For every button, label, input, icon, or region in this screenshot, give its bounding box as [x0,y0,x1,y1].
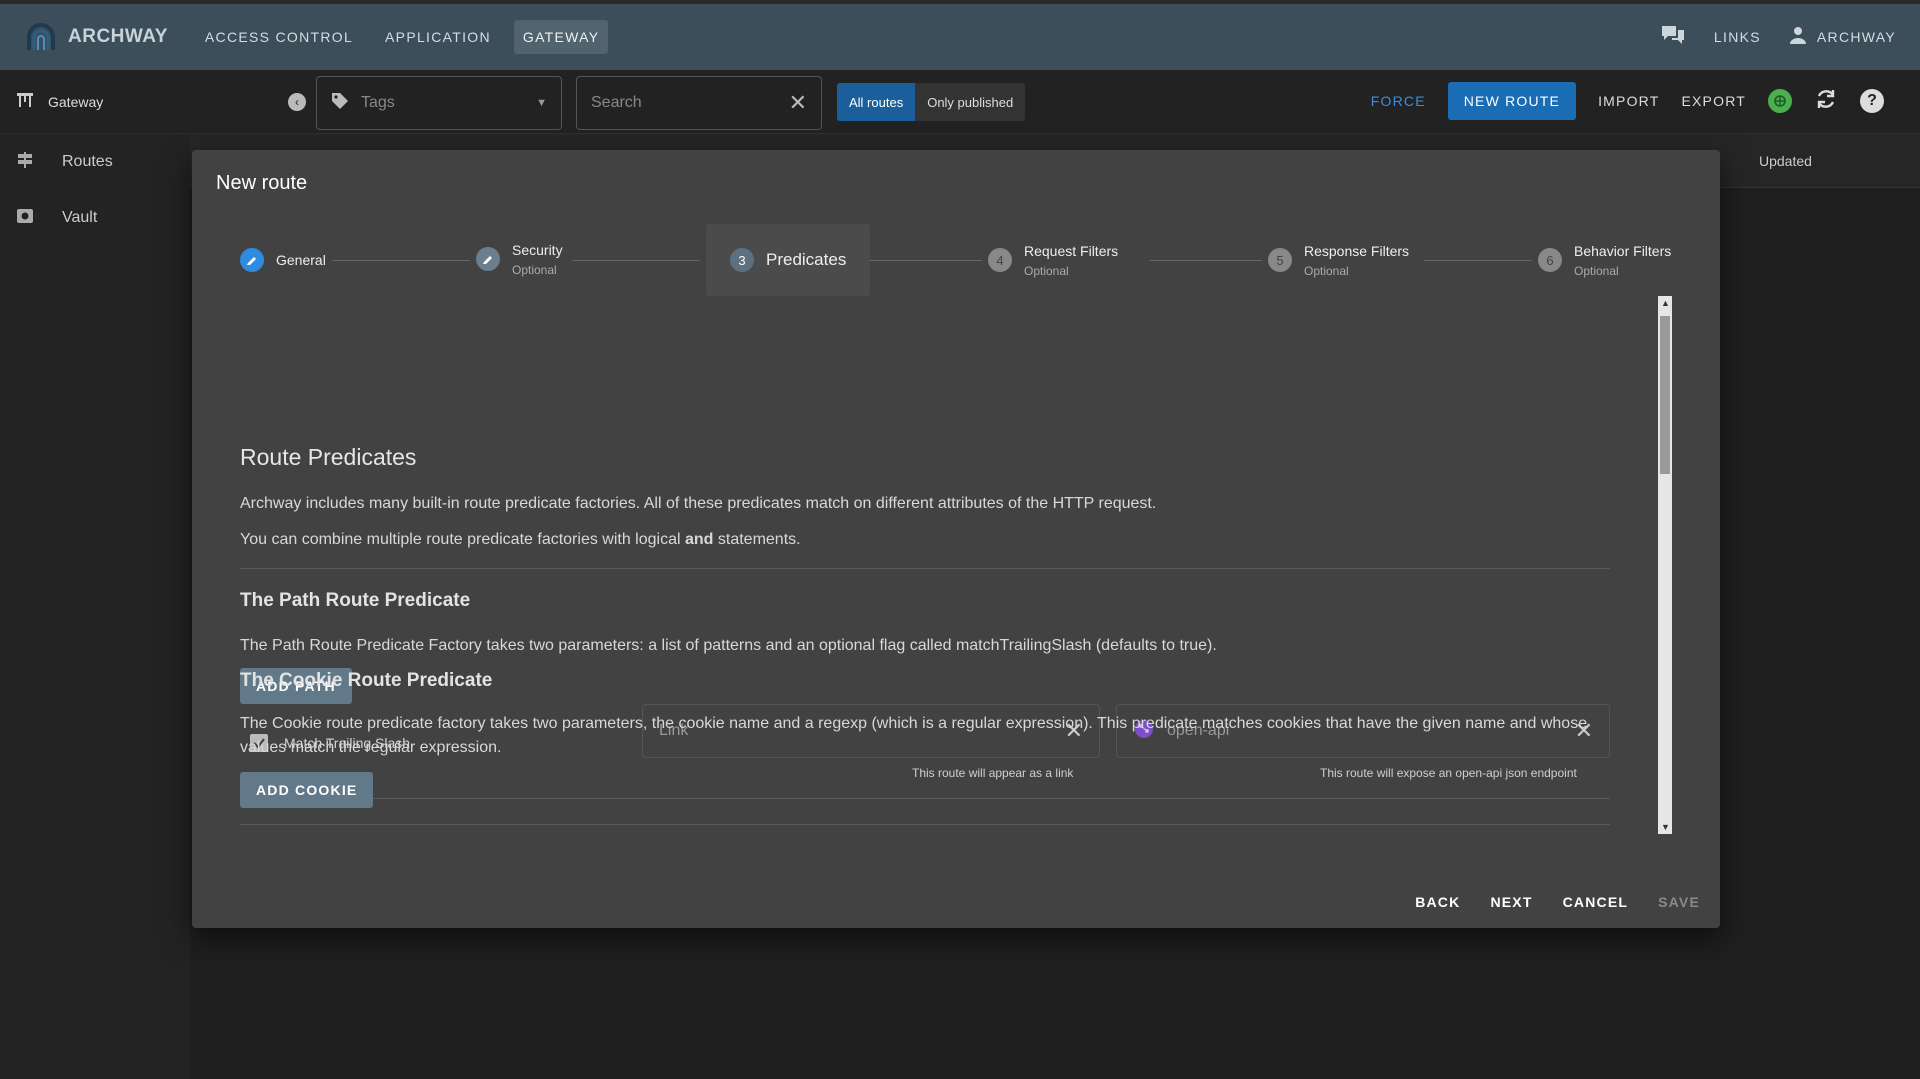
route-filter-toggle: All routes Only published [837,83,1026,121]
step-predicates[interactable]: 3 Predicates [706,224,871,296]
toolbar: Gateway ‹ Tags ▼ Search ✕ All routes Onl… [0,70,1920,134]
divider [240,798,1610,799]
sidebar-item-label: Vault [62,209,98,226]
caret-down-icon: ▼ [536,97,547,109]
divider [240,568,1610,569]
step-response-filters[interactable]: 5 Response Filters Optional [1268,224,1409,296]
step-connector [1150,260,1262,261]
toolbar-title-text: Gateway [48,93,104,110]
gateway-status-icon[interactable] [1768,89,1792,113]
nav-application[interactable]: APPLICATION [376,20,500,54]
step-label: Predicates [766,249,847,269]
step-request-filters[interactable]: 4 Request Filters Optional [988,224,1118,296]
search-placeholder: Search [591,94,642,111]
tags-select[interactable]: Tags ▼ [316,76,562,130]
cookie-section-title: The Cookie Route Predicate [240,670,493,691]
new-route-button[interactable]: NEW ROUTE [1447,82,1577,120]
chevron-left-icon[interactable]: ‹ [288,93,306,111]
sidebar: Routes Vault [0,134,190,1079]
toggle-all-routes[interactable]: All routes [837,83,916,121]
step-label: Behavior Filters [1574,242,1672,259]
save-button[interactable]: SAVE [1658,894,1700,910]
search-input[interactable]: Search ✕ [576,76,822,130]
toolbar-title: Gateway [0,92,285,111]
step-general[interactable]: General [240,224,326,296]
user-name: ARCHWAY [1816,29,1896,45]
step-sub: Optional [512,263,557,278]
step-number: 5 [1268,248,1292,272]
path-section-title: The Path Route Predicate [240,590,471,611]
step-number: 6 [1538,248,1562,272]
link-helper-text: This route will appear as a link [912,766,1074,780]
step-sub: Optional [1574,264,1619,279]
new-route-dialog: New route General Security Optional 3 Pr… [192,150,1720,928]
app-bar: ARCHWAY ACCESS CONTROL APPLICATION GATEW… [0,0,1920,70]
divider [240,824,1610,825]
step-security[interactable]: Security Optional [476,223,563,295]
step-behavior-filters[interactable]: 6 Behavior Filters Optional [1538,224,1671,296]
dialog-actions: BACK NEXT CANCEL SAVE [1415,894,1700,910]
force-button[interactable]: FORCE [1371,93,1426,109]
gateway-icon [16,92,34,111]
archway-logo-icon [27,23,55,50]
vault-icon [16,207,34,230]
openapi-helper-text: This route will expose an open-api json … [1320,766,1577,780]
stepper: General Security Optional 3 Predicates 4… [240,224,1672,296]
user-menu[interactable]: ARCHWAY [1789,26,1896,49]
step-connector [870,260,982,261]
tags-placeholder: Tags [361,94,395,111]
edit-icon [476,247,500,271]
chat-icon[interactable] [1660,24,1686,51]
step-number: 4 [988,248,1012,272]
nav-gateway[interactable]: GATEWAY [513,20,609,54]
next-button[interactable]: NEXT [1490,894,1532,910]
route-predicates-heading: Route Predicates [240,444,417,470]
tag-icon [331,92,349,115]
step-sub: Optional [1024,264,1069,279]
check-icon [240,248,264,272]
sidebar-item-vault[interactable]: Vault [0,190,190,246]
intro-text-2: You can combine multiple route predicate… [240,531,801,548]
path-section-desc: The Path Route Predicate Factory takes t… [240,637,1217,654]
step-label: General [276,251,326,268]
nav-access-control[interactable]: ACCESS CONTROL [196,20,362,54]
dialog-title: New route [216,172,308,194]
clear-search-icon[interactable]: ✕ [789,90,807,116]
step-label: Request Filters [1024,242,1119,259]
back-button[interactable]: BACK [1415,894,1460,910]
add-cookie-button[interactable]: ADD COOKIE [240,772,374,808]
step-connector [572,260,700,261]
export-button[interactable]: EXPORT [1681,93,1746,109]
column-header-updated[interactable]: Updated [1759,153,1812,169]
user-icon [1789,26,1807,49]
logo-text: ARCHWAY [68,26,168,47]
scroll-up-icon[interactable]: ▲ [1661,299,1670,308]
scroll-thumb[interactable] [1660,316,1670,474]
step-connector [332,260,470,261]
scroll-down-icon[interactable]: ▼ [1661,823,1670,832]
content-scrollbar[interactable]: ▲ ▼ [1658,296,1672,834]
intro-text-1: Archway includes many built-in route pre… [240,495,1157,512]
signpost-icon [16,151,34,174]
step-sub: Optional [1304,264,1349,279]
sidebar-item-label: Routes [62,153,113,170]
step-label: Security [512,241,563,258]
step-number: 3 [730,248,754,272]
step-connector [1424,260,1532,261]
cookie-section-desc: The Cookie route predicate factory takes… [240,715,1588,756]
sidebar-item-routes[interactable]: Routes [0,134,190,190]
step-label: Response Filters [1304,242,1410,259]
links-button[interactable]: LINKS [1714,29,1761,45]
refresh-icon[interactable] [1814,87,1838,116]
help-icon[interactable]: ? [1860,89,1884,113]
cancel-button[interactable]: CANCEL [1563,894,1629,910]
logo[interactable]: ARCHWAY [24,20,168,54]
import-button[interactable]: IMPORT [1598,93,1659,109]
toggle-only-published[interactable]: Only published [915,83,1026,121]
